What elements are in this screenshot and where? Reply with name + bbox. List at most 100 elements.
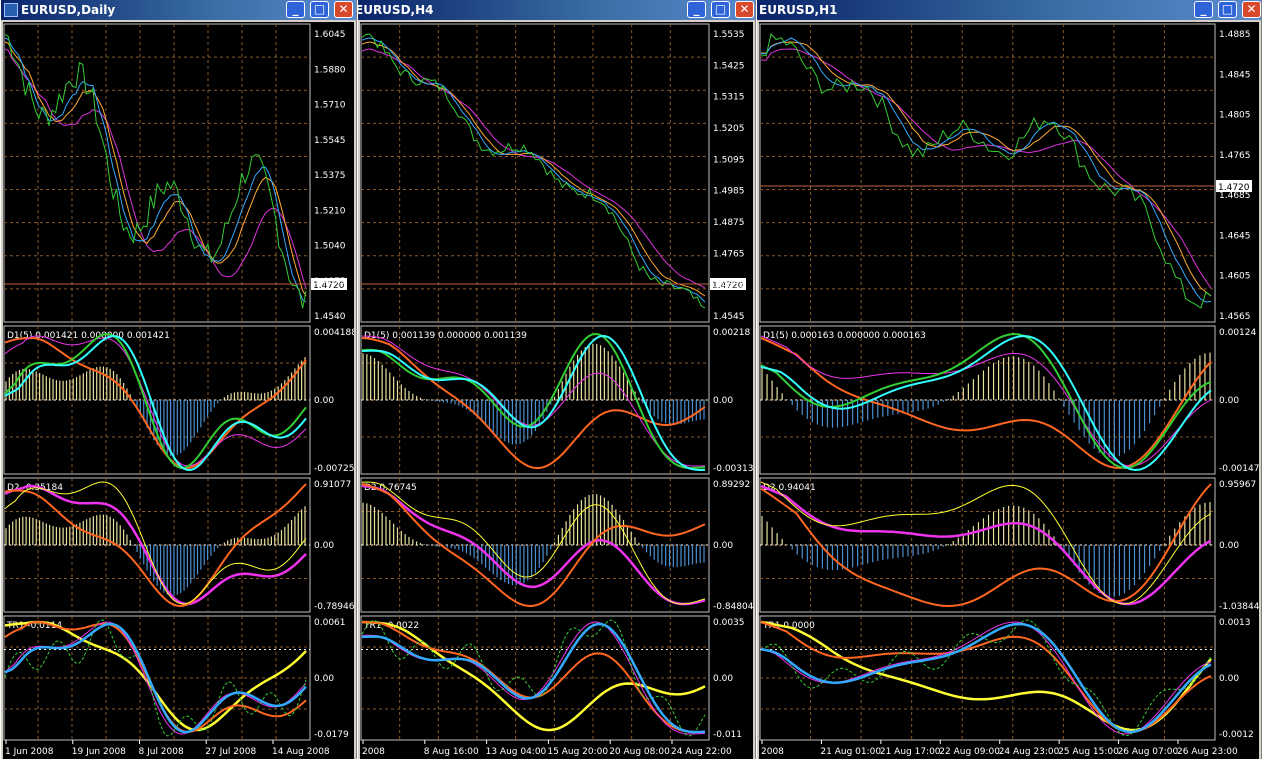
chart-svg[interactable]: 1.47201.48851.48451.48051.47651.46851.46… xyxy=(759,22,1259,759)
indicator-tick-label: -0.00725 xyxy=(314,464,354,474)
minimize-icon[interactable]: _ xyxy=(1194,1,1213,18)
x-axis-label: 14 Aug 2008 xyxy=(272,747,330,757)
signal-line-orange xyxy=(361,337,706,469)
indicator-label: D1(5) 0.000163 0.000000 0.000163 xyxy=(763,331,926,341)
x-axis-label: 24 Aug 23:00 xyxy=(999,747,1060,757)
price-line xyxy=(361,33,706,309)
price-tick-label: 1.4805 xyxy=(1219,111,1251,121)
x-axis-label: 24 Aug 22:00 xyxy=(671,747,732,757)
price-tick-label: 1.5210 xyxy=(314,206,346,216)
price-line xyxy=(4,33,307,309)
signal-line-cyan xyxy=(361,334,706,472)
price-tick-label: 1.5375 xyxy=(314,171,346,181)
x-axis-label: 21 Aug 01:00 xyxy=(820,747,881,757)
trend-line-yellow xyxy=(4,620,307,732)
indicator-tick-label: 0.0061 xyxy=(314,618,346,628)
signal-line-magenta xyxy=(4,335,307,467)
maximize-icon[interactable]: □ xyxy=(711,1,730,18)
indicator-tick-label: 0.00 xyxy=(314,674,334,684)
close-icon[interactable]: ✕ xyxy=(334,1,353,18)
window-titlebar[interactable]: EURUSD,H1 _ □ ✕ xyxy=(757,0,1261,20)
chart-area[interactable]: 1.4720 1.4885 1.4845 1.4805 1.4765 1.4685 1.46… xyxy=(759,22,1259,759)
ma-slow-line xyxy=(760,48,1212,289)
price-tick-label: 1.5535 xyxy=(713,30,745,40)
indicator-tick-label: 0.00 xyxy=(713,396,733,406)
minimize-icon[interactable]: _ xyxy=(286,1,305,18)
indicator-tick-label: -0.0179 xyxy=(314,730,349,740)
price-tick-label: 1.4685 xyxy=(1219,191,1251,201)
price-tick-label: 1.4645 xyxy=(1219,231,1251,241)
indicator-tick-label: 0.0035 xyxy=(713,618,745,628)
indicator-tick-label: 0.95967 xyxy=(1219,480,1256,490)
x-axis-label: 19 Jun 2008 xyxy=(72,747,126,757)
signal-line-green xyxy=(4,332,307,470)
price-tick-label: 1.4885 xyxy=(1219,30,1251,40)
pane-frame xyxy=(3,23,311,323)
indicator-tick-label: 0.0013 xyxy=(1219,618,1251,628)
price-tick-label: 1.6045 xyxy=(314,30,346,40)
close-icon[interactable]: ✕ xyxy=(735,1,754,18)
chart-svg[interactable]: 1.47201.60451.58801.57101.55451.53751.52… xyxy=(3,22,354,759)
indicator-tick-label: 0.91077 xyxy=(314,480,351,490)
trend-line-yellow xyxy=(361,620,706,732)
signal-line-green xyxy=(361,332,706,469)
chart-area[interactable]: 1.4720 1.6045 1.5880 1.5710 1.5545 1.5375 1.52… xyxy=(3,22,354,759)
window-titlebar[interactable]: EURUSD,Daily _ □ ✕ xyxy=(1,0,356,20)
chart-window-icon xyxy=(4,3,18,17)
price-tick-label: 1.4545 xyxy=(713,312,745,322)
price-tick-label: 1.5710 xyxy=(314,101,346,111)
chart-window-daily[interactable]: EURUSD,Daily _ □ ✕ 1.4720 1.6045 1.5880 1.5… xyxy=(0,0,357,759)
indicator-tick-label: 0.00 xyxy=(1219,396,1239,406)
price-tick-label: 1.4845 xyxy=(1219,70,1251,80)
price-tick-label: 1.5040 xyxy=(314,242,346,252)
chart-window-h4[interactable]: EURUSD,H4 _ □ ✕ 1.4720 1.5535 1.5425 1.5315… xyxy=(357,0,756,759)
close-icon[interactable]: ✕ xyxy=(1242,1,1261,18)
indicator-tick-label: -1.03844 xyxy=(1219,602,1259,612)
signal-line-orange xyxy=(4,336,307,470)
ma-slow-line xyxy=(361,48,706,289)
x-axis-label: 2008 xyxy=(362,747,385,757)
x-axis-label: 20 Aug 08:00 xyxy=(609,747,670,757)
x-axis-label: 27 Jul 2008 xyxy=(205,747,256,757)
indicator-tick-label: 0.00 xyxy=(1219,541,1239,551)
x-axis-label: 22 Aug 09:00 xyxy=(939,747,1000,757)
indicator-label: D1(5) 0.001421 0.000000 0.001421 xyxy=(7,331,170,341)
x-axis-label: 2008 xyxy=(761,747,784,757)
x-axis-label: 26 Aug 23:00 xyxy=(1177,747,1238,757)
price-tick-label: 1.4605 xyxy=(1219,272,1251,282)
maximize-icon[interactable]: □ xyxy=(1218,1,1237,18)
indicator-label: D1(5) 0.001139 0.000000 0.001139 xyxy=(364,331,527,341)
signal-line-magenta xyxy=(361,335,706,467)
signal-line-magenta xyxy=(361,484,706,606)
window-titlebar[interactable]: EURUSD,H4 _ □ ✕ xyxy=(358,0,755,20)
price-line xyxy=(760,32,1212,309)
price-tick-label: 1.4875 xyxy=(713,218,745,228)
indicator-tick-label: 0.00 xyxy=(314,541,334,551)
trend-line-orange xyxy=(4,621,307,734)
maximize-icon[interactable]: □ xyxy=(310,1,329,18)
price-tick-label: 1.5095 xyxy=(713,155,745,165)
x-axis-label: 1 Jun 2008 xyxy=(5,747,54,757)
x-axis-label: 13 Aug 04:00 xyxy=(486,747,547,757)
indicator-tick-label: 0.00124 xyxy=(1219,328,1256,338)
indicator-label: D2 0.94041 xyxy=(763,483,816,493)
indicator-tick-label: -0.00147 xyxy=(1219,464,1259,474)
x-axis-label: 26 Aug 07:00 xyxy=(1118,747,1179,757)
indicator-tick-label: -0.011 xyxy=(713,730,742,740)
chart-svg[interactable]: 1.47201.55351.54251.53151.52051.50951.49… xyxy=(360,22,753,759)
x-axis-label: 8 Jul 2008 xyxy=(139,747,184,757)
chart-window-h1[interactable]: EURUSD,H1 _ □ ✕ 1.4720 1.4885 1.4845 1.4805… xyxy=(756,0,1262,759)
ma-fast-line xyxy=(4,37,307,303)
price-tick-label: 1.5205 xyxy=(713,124,745,134)
minimize-icon[interactable]: _ xyxy=(687,1,706,18)
indicator-tick-label: -0.78946 xyxy=(314,602,354,612)
price-tick-label: 1.4540 xyxy=(314,312,346,322)
x-axis-label: 8 Aug 16:00 xyxy=(424,747,479,757)
window-title: EURUSD,Daily xyxy=(21,3,116,17)
price-tick-label: 1.4765 xyxy=(1219,151,1251,161)
indicator-tick-label: -0.0012 xyxy=(1219,730,1254,740)
signal-line-cyan xyxy=(760,334,1212,472)
price-tick-label: 1.4875 xyxy=(314,277,346,287)
chart-area[interactable]: 1.4720 1.5535 1.5425 1.5315 1.5205 1.5095 1.49… xyxy=(360,22,753,759)
price-tick-label: 1.5315 xyxy=(713,93,745,103)
